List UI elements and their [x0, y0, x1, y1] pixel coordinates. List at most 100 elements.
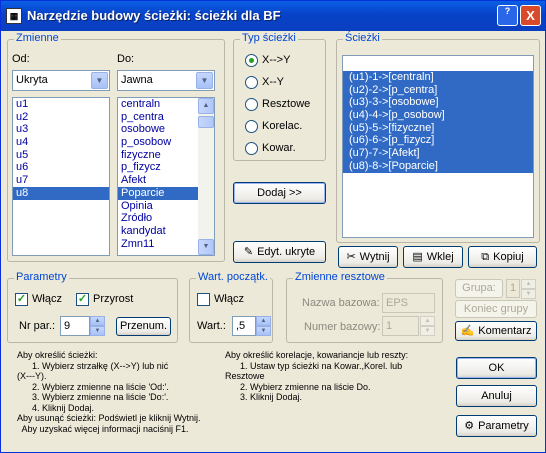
spin-down-icon[interactable]: ▼	[90, 326, 105, 336]
help-text-left: Aby określić ścieżki: 1. Wybierz strzałk…	[17, 350, 201, 434]
from-list-item[interactable]: u7	[13, 174, 109, 187]
path-type-label: Korelac.	[262, 120, 303, 132]
parameters-legend: Parametry	[14, 271, 69, 283]
cancel-button[interactable]: Anuluj	[456, 385, 537, 407]
add-button[interactable]: Dodaj >>	[233, 182, 326, 204]
from-list-item[interactable]: u1	[13, 98, 109, 111]
from-list-item[interactable]: u6	[13, 161, 109, 174]
end-group-button[interactable]: Koniec grupy	[455, 300, 537, 318]
help-line: 4. Kliknij Dodaj.	[17, 402, 95, 413]
from-label: Od:	[12, 53, 30, 65]
note-icon: ✍	[460, 325, 475, 338]
start-value-input[interactable]: ,5	[232, 316, 256, 336]
base-number-label: Numer bazowy:	[304, 321, 381, 333]
from-list-item[interactable]: u4	[13, 136, 109, 149]
spin-down-icon[interactable]: ▼	[256, 326, 271, 336]
help-text-right: Aby określić korelacje, kowariancje lub …	[225, 350, 408, 403]
path-list-item[interactable]: (u2)-2->[p_centra]	[343, 83, 533, 97]
comment-button[interactable]: ✍ Komentarz	[455, 321, 537, 341]
increment-checkbox[interactable]: ✓	[76, 293, 89, 306]
chevron-down-icon[interactable]: ▼	[196, 72, 213, 89]
help-line: 3. Kliknij Dodaj.	[225, 392, 303, 402]
scroll-down-icon[interactable]: ▼	[198, 239, 214, 255]
paths-list[interactable]: (u1)-1->[centraln] (u2)-2->[p_centra] (u3)…	[342, 55, 534, 238]
path-type-radio[interactable]	[245, 120, 258, 133]
base-name-label: Nazwa bazowa:	[302, 297, 380, 309]
path-list-item[interactable]: (u6)-6->[p_fizycz]	[343, 134, 533, 148]
path-type-legend: Typ ścieżki	[240, 32, 298, 44]
spin-down-icon[interactable]: ▼	[420, 326, 435, 336]
copy-button[interactable]: ⧉ Kopiuj	[468, 246, 537, 268]
base-number-spinner[interactable]: ▲ ▼	[420, 316, 435, 336]
spin-up-icon[interactable]: ▲	[256, 316, 271, 326]
help-line: Resztowe	[225, 371, 265, 381]
to-filter-value: Jawna	[121, 74, 153, 86]
close-button[interactable]: X	[520, 5, 541, 26]
help-line: 1. Wybierz strzałkę (X-->Y) lub nić	[17, 360, 169, 371]
from-filter-value: Ukryta	[16, 74, 48, 86]
cut-label: Wytnij	[359, 251, 390, 264]
spin-up-icon[interactable]: ▲	[90, 316, 105, 326]
window-title: Narzędzie budowy ścieżki: ścieżki dla BF	[27, 8, 281, 23]
from-list-item[interactable]: u5	[13, 149, 109, 162]
help-line: 1. Ustaw typ ścieżki na Kowar.,Korel. lu…	[225, 360, 403, 371]
path-list-item[interactable]: (u1)-1->[centraln]	[343, 71, 533, 84]
start-value-spinner[interactable]: ▲ ▼	[256, 316, 271, 336]
parameters-button[interactable]: ⚙ Parametry	[456, 415, 537, 437]
paste-button[interactable]: ▤ Wklej	[403, 246, 463, 268]
start-enable-checkbox[interactable]	[197, 293, 210, 306]
residual-vars-legend: Zmienne resztowe	[293, 271, 387, 283]
help-line: 2. Wybierz zmienne na liście Do.	[225, 381, 371, 392]
cut-button[interactable]: ✂ Wytnij	[338, 246, 398, 268]
zmienne-legend: Zmienne	[14, 32, 61, 44]
path-list-item[interactable]: (u3)-3->[osobowe]	[343, 96, 533, 110]
spin-up-icon[interactable]: ▲	[521, 279, 536, 289]
scroll-thumb[interactable]	[198, 116, 214, 128]
base-number-input[interactable]: 1	[382, 316, 419, 336]
paste-label: Wklej	[426, 251, 454, 264]
param-enable-checkbox[interactable]: ✓	[15, 293, 28, 306]
spin-down-icon[interactable]: ▼	[521, 289, 536, 299]
from-variable-list[interactable]: u1 u2 u3 u4 u5 u6 u7 u8	[12, 97, 110, 256]
from-list-item[interactable]: u8	[13, 186, 109, 200]
help-line: Aby określić korelacje, kowariancje lub …	[225, 350, 409, 360]
dialog-window: ▦ Narzędzie budowy ścieżki: ścieżki dla …	[0, 0, 546, 453]
path-type-radio[interactable]	[245, 98, 258, 111]
edit-hidden-button[interactable]: ✎ Edyt. ukryte	[233, 241, 326, 263]
from-list-item[interactable]: u2	[13, 111, 109, 124]
paths-legend: Ścieżki	[343, 32, 382, 44]
from-list-item[interactable]: u3	[13, 123, 109, 136]
copy-label: Kopiuj	[493, 251, 524, 264]
help-line: Aby uzyskać więcej informacji naciśnij F…	[17, 423, 189, 434]
to-list-scrollbar[interactable]: ▲ ▼	[198, 98, 214, 255]
path-list-item[interactable]: (u7)-7->[Afekt]	[343, 147, 533, 160]
spin-up-icon[interactable]: ▲	[420, 316, 435, 326]
to-variable-list[interactable]: centraln p_centra osobowe p_osobow fizyczne p…	[117, 97, 215, 256]
title-bar[interactable]: ▦ Narzędzie budowy ścieżki: ścieżki dla …	[1, 1, 545, 31]
path-type-radio[interactable]	[245, 142, 258, 155]
path-list-item[interactable]: (u4)-4->[p_osobow]	[343, 109, 533, 122]
path-type-label: X--Y	[262, 76, 284, 88]
chevron-down-icon[interactable]: ▼	[91, 72, 108, 89]
renumber-button[interactable]: Przenum.	[116, 317, 171, 336]
group-spinner[interactable]: ▲ ▼	[521, 279, 536, 299]
help-button[interactable]: ?	[497, 5, 518, 26]
path-type-radio[interactable]	[245, 54, 258, 67]
from-filter-select[interactable]: Ukryta ▼	[12, 70, 110, 91]
to-filter-select[interactable]: Jawna ▼	[117, 70, 215, 91]
group-button[interactable]: Grupa:	[455, 279, 503, 298]
copy-icon: ⧉	[481, 251, 490, 264]
increment-label: Przyrost	[93, 293, 134, 305]
ok-button[interactable]: OK	[456, 357, 537, 379]
help-line: 3. Wybierz zmienne na liście 'Do:'.	[17, 392, 169, 402]
path-type-radio[interactable]	[245, 76, 258, 89]
scroll-up-icon[interactable]: ▲	[198, 98, 214, 114]
base-name-input[interactable]: EPS	[382, 293, 435, 313]
path-list-item[interactable]: (u8)-8->[Poparcie]	[343, 159, 533, 173]
group-number-input[interactable]: 1	[506, 279, 520, 298]
path-list-item[interactable]: (u5)-5->[fizyczne]	[343, 121, 533, 135]
param-number-spinner[interactable]: ▲ ▼	[90, 316, 105, 336]
comment-label: Komentarz	[478, 325, 532, 338]
to-label: Do:	[117, 53, 135, 65]
param-number-input[interactable]: 9	[60, 316, 90, 336]
